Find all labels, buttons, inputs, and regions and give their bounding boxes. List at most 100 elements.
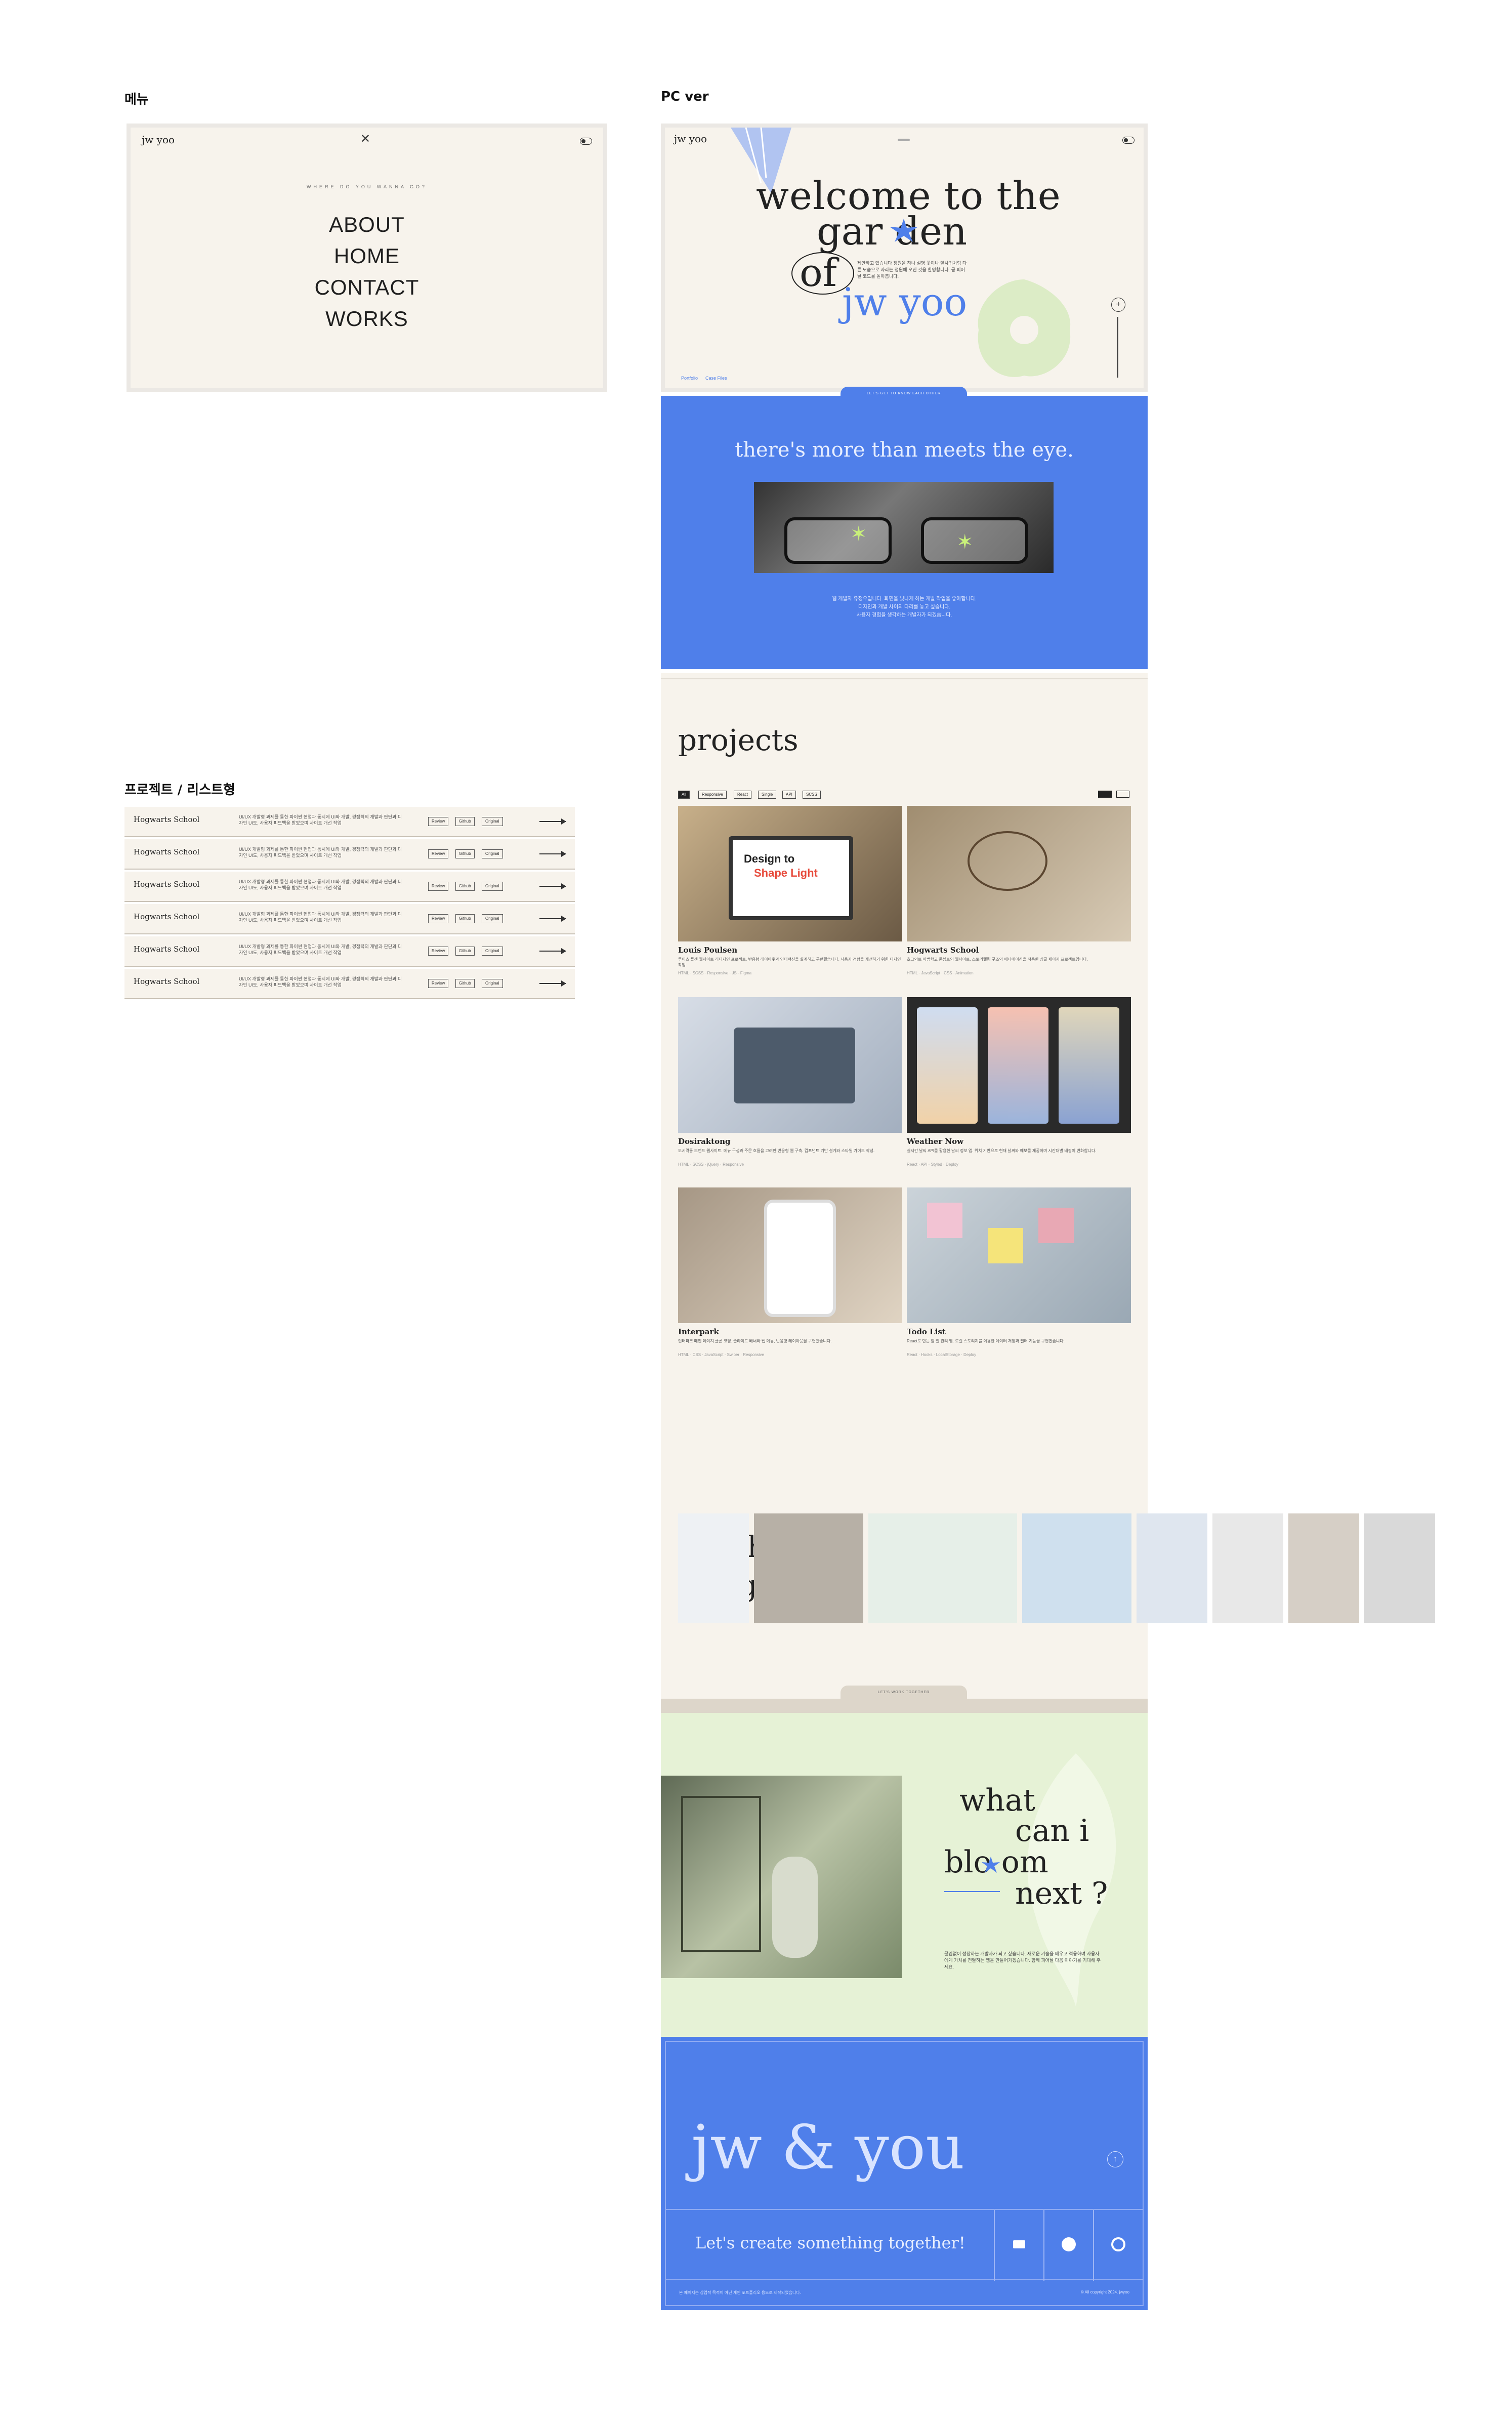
arrow-right-icon[interactable] [539,916,566,922]
row-review-button[interactable]: Review [428,914,449,923]
card-title[interactable]: Dosiraktong [678,1137,731,1146]
row-github-button[interactable]: Github [455,817,475,826]
mail-button[interactable] [994,2210,1043,2281]
hero-logo[interactable]: jw yoo [674,133,707,145]
close-icon[interactable]: ✕ [360,132,370,146]
blue-star-icon [890,219,918,242]
project-list-row[interactable]: Hogwarts School UI/UX 개발형 과제를 통한 파이썬 현업과 … [124,872,575,902]
menu-overlay-mock: jw yoo ✕ WHERE DO YOU WANNA GO? ABOUT HO… [127,124,607,392]
github-button[interactable] [1093,2210,1143,2281]
card-title[interactable]: Todo List [907,1327,946,1336]
filter-bar: All Responsive React Single API SCSS [678,791,1133,799]
card-image-interpark[interactable] [678,1187,902,1323]
filter-single[interactable]: Single [758,791,777,799]
filter-responsive[interactable]: Responsive [698,791,727,799]
menu-item-contact[interactable]: CONTACT [131,275,603,300]
menu-icon[interactable] [898,139,910,141]
row-original-button[interactable]: Original [482,914,503,923]
row-desc: UI/UX 개발형 과제를 통한 파이썬 현업과 동시에 UI와 개발, 경쟁력… [239,814,402,826]
about-section: there's more than meets the eye. ✶ ✶ 웹 개… [661,396,1148,669]
grid-view-icon[interactable] [1098,791,1112,798]
row-title: Hogwarts School [134,815,200,824]
card-desc: 루이스 폴센 웹사이트 리디자인 프로젝트. 반응형 레이아웃과 인터랙션을 설… [678,957,901,967]
arrow-right-icon[interactable] [539,980,566,987]
hero-footer-left[interactable]: Portfolio [681,376,698,381]
arrow-right-icon[interactable] [539,948,566,954]
row-title: Hogwarts School [134,880,200,889]
card-image-hogwarts[interactable] [907,806,1131,941]
card-image-weather[interactable] [907,997,1131,1133]
row-github-button[interactable]: Github [455,849,475,858]
menu-caption: WHERE DO YOU WANNA GO? [306,184,428,189]
project-list-row[interactable]: Hogwarts School UI/UX 개발형 과제를 통한 파이썬 현업과 … [124,936,575,967]
blog-button[interactable] [1043,2210,1093,2281]
arrow-down-icon [1117,317,1118,378]
hero-footer-right[interactable]: Case Files [705,376,727,381]
row-desc: UI/UX 개발형 과제를 통한 파이썬 현업과 동시에 UI와 개발, 경쟁력… [239,879,402,890]
graphic-thumbnail[interactable] [1137,1513,1207,1623]
row-original-button[interactable]: Original [482,849,503,858]
card-title[interactable]: Louis Poulsen [678,946,737,955]
graphic-thumbnail[interactable] [1212,1513,1283,1623]
arrow-right-icon[interactable] [539,851,566,857]
graphic-thumbnail[interactable] [1288,1513,1359,1623]
filter-react[interactable]: React [734,791,751,799]
project-list-row[interactable]: Hogwarts School UI/UX 개발형 과제를 통한 파이썬 현업과 … [124,969,575,999]
card-image-todo[interactable] [907,1187,1131,1323]
bloom-section: what can i blo om next ? 끊임없이 성장하는 개발자가 … [661,1713,1148,2037]
row-original-button[interactable]: Original [482,882,503,891]
row-desc: UI/UX 개발형 과제를 통한 파이썬 현업과 동시에 UI와 개발, 경쟁력… [239,944,402,955]
plus-icon[interactable]: + [1111,298,1125,312]
theme-toggle[interactable] [1122,137,1135,144]
glasses-photo: ✶ ✶ [754,482,1054,573]
filter-scss[interactable]: SCSS [803,791,821,799]
row-original-button[interactable]: Original [482,979,503,988]
row-github-button[interactable]: Github [455,914,475,923]
row-original-button[interactable]: Original [482,947,503,956]
arrow-right-icon[interactable] [539,818,566,825]
arrow-right-icon[interactable] [539,883,566,889]
card-desc: 인터파크 메인 페이지 클론 코딩. 슬라이드 배너와 탭 메뉴, 반응형 레이… [678,1339,832,1343]
graphic-thumbnail[interactable] [868,1513,1017,1623]
card-desc: 도시락통 브랜드 웹사이트. 메뉴 구성과 주문 흐름을 고려한 반응형 웹 구… [678,1148,875,1153]
scroll-up-icon[interactable]: ↑ [1107,2151,1123,2167]
theme-toggle[interactable] [580,138,592,145]
card-title[interactable]: Hogwarts School [907,946,979,955]
card-title[interactable]: Interpark [678,1327,719,1336]
graphic-thumbnail[interactable] [1364,1513,1435,1623]
card-title[interactable]: Weather Now [907,1137,963,1146]
graphic-thumbnail[interactable] [678,1513,749,1623]
project-list-row[interactable]: Hogwarts School UI/UX 개발형 과제를 통한 파이썬 현업과 … [124,839,575,870]
card-tags: HTML · JavaScript · CSS · Animation [907,971,974,975]
contact-cta[interactable]: Let's create something together! [695,2233,965,2252]
menu-item-works[interactable]: WORKS [131,307,603,331]
card-overlay-2: Shape Light [754,867,818,879]
graphic-thumbnail[interactable] [1022,1513,1131,1623]
hero-intro: 제안하고 있습니다 정원을 하나 설명 꽃이나 잎사귀처럼 다른 모습으로 자라… [857,261,967,279]
row-github-button[interactable]: Github [455,947,475,956]
row-review-button[interactable]: Review [428,979,449,988]
row-review-button[interactable]: Review [428,849,449,858]
filter-api[interactable]: API [782,791,796,799]
menu-item-about[interactable]: ABOUT [131,213,603,237]
card-image-louis-poulsen[interactable]: Design to Shape Light [678,806,902,941]
card-desc: React로 만든 할 일 관리 앱. 로컬 스토리지를 이용한 데이터 저장과… [907,1339,1065,1343]
project-list-row[interactable]: Hogwarts School UI/UX 개발형 과제를 통한 파이썬 현업과 … [124,807,575,837]
row-review-button[interactable]: Review [428,947,449,956]
project-list-row[interactable]: Hogwarts School UI/UX 개발형 과제를 통한 파이썬 현업과 … [124,904,575,934]
card-desc: 실시간 날씨 API를 활용한 날씨 정보 앱. 위치 기반으로 현재 날씨와 … [907,1148,1097,1153]
arrow-right-icon [944,1891,1000,1892]
filter-all[interactable]: All [678,791,690,799]
row-original-button[interactable]: Original [482,817,503,826]
bloom-line-2: can i [1015,1813,1089,1849]
green-flower-icon [978,279,1071,377]
graphic-thumbnail[interactable] [754,1513,863,1623]
card-image-dosiraktong[interactable] [678,997,902,1133]
list-view-icon[interactable] [1116,791,1129,798]
menu-logo[interactable]: jw yoo [142,134,175,146]
row-review-button[interactable]: Review [428,817,449,826]
row-github-button[interactable]: Github [455,882,475,891]
row-github-button[interactable]: Github [455,979,475,988]
menu-item-home[interactable]: HOME [131,244,603,268]
row-review-button[interactable]: Review [428,882,449,891]
